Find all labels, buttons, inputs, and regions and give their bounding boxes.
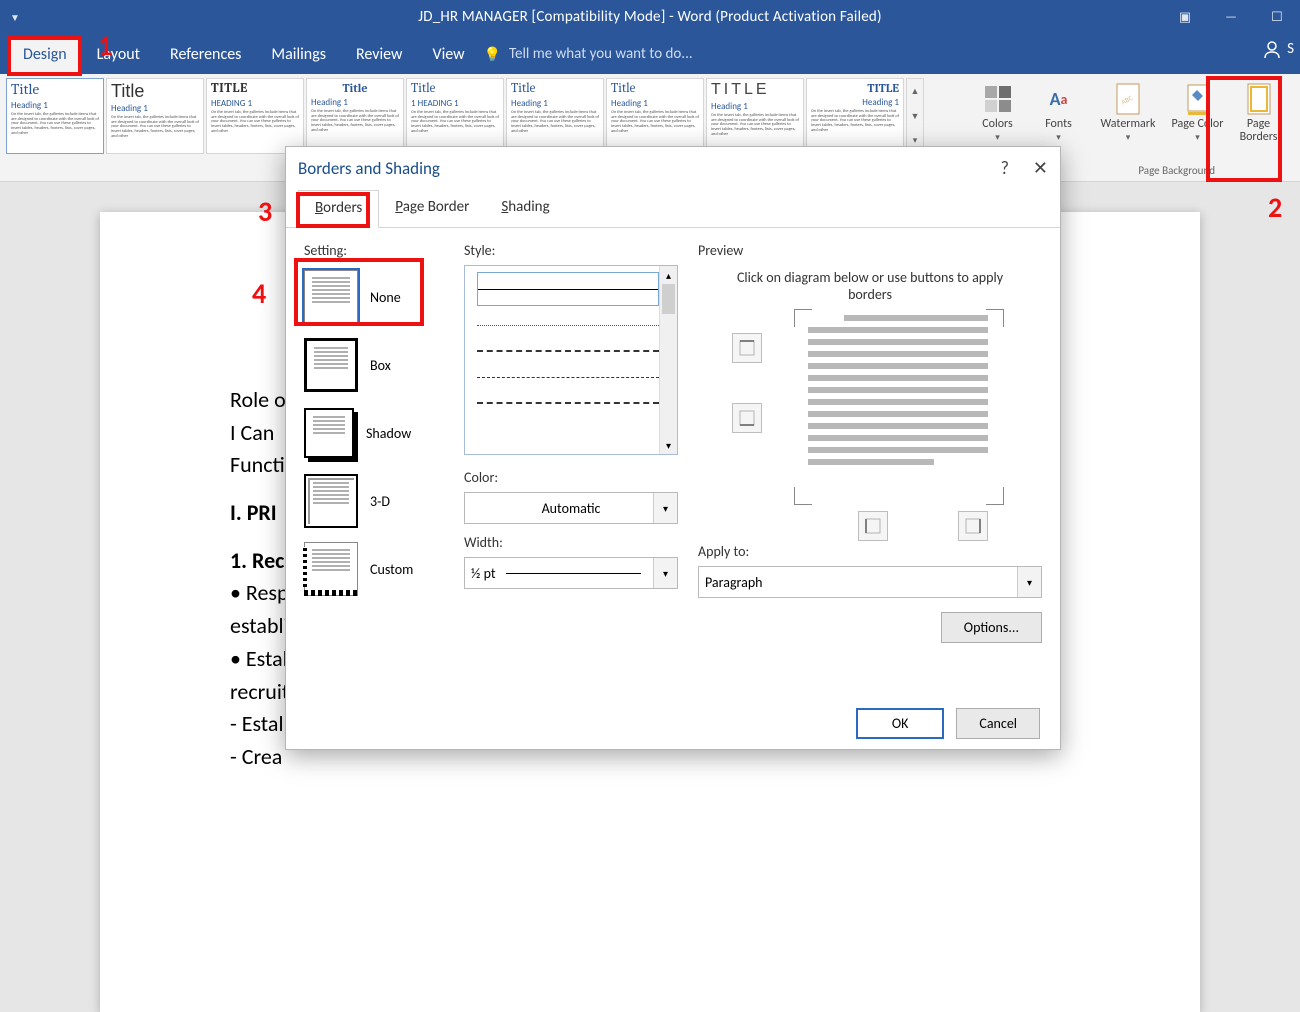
window-title: JD_HR MANAGER [Compatibility Mode] - Wor…	[0, 8, 1300, 26]
help-icon[interactable]: ?	[1001, 157, 1009, 179]
watermark-icon: ABC	[1111, 82, 1145, 116]
chevron-down-icon: ▾	[1017, 567, 1041, 597]
box-icon	[304, 338, 358, 392]
sign-in-button[interactable]: S	[1263, 40, 1294, 58]
color-label: Color:	[464, 469, 678, 486]
user-icon	[1263, 40, 1281, 58]
setting-custom[interactable]: Custom	[304, 537, 444, 601]
style-listbox[interactable]: ▴▾	[464, 265, 678, 455]
style-set-card[interactable]: Title Heading 1 On the Insert tab, the g…	[6, 78, 104, 154]
setting-box[interactable]: Box	[304, 333, 444, 397]
width-combo[interactable]: ½ pt ▾	[464, 557, 678, 589]
style-set-card[interactable]: Title Heading 1 On the Insert tab, the g…	[306, 78, 404, 154]
tab-design[interactable]: Design	[8, 37, 82, 72]
dialog-tabs: Borders Page Border Shading	[286, 189, 1060, 228]
style-set-card[interactable]: TITLE HEADING 1 On the Insert tab, the g…	[206, 78, 304, 154]
lightbulb-icon: 💡	[484, 46, 501, 63]
options-button[interactable]: Options...	[941, 612, 1042, 643]
apply-to-label: Apply to:	[698, 543, 1042, 560]
custom-icon	[304, 542, 358, 596]
tell-me-search[interactable]: 💡 Tell me what you want to do...	[484, 45, 693, 63]
page-color-icon	[1181, 82, 1215, 116]
document-formatting-gallery[interactable]: Title Heading 1 On the Insert tab, the g…	[6, 78, 924, 154]
watermark-button[interactable]: ABC Watermark▾	[1092, 78, 1164, 143]
close-icon[interactable]: ✕	[1033, 157, 1048, 179]
fonts-button[interactable]: Aa Fonts▾	[1031, 78, 1086, 143]
tab-layout[interactable]: Layout	[82, 37, 155, 72]
colors-icon	[981, 82, 1015, 116]
preview-diagram[interactable]	[698, 315, 1042, 525]
width-label: Width:	[464, 534, 678, 551]
setting-3d[interactable]: 3-D	[304, 469, 444, 533]
none-icon	[304, 270, 358, 324]
border-top-toggle[interactable]	[732, 333, 762, 363]
tell-me-placeholder: Tell me what you want to do...	[509, 45, 693, 63]
maximize-icon[interactable]: ☐	[1254, 0, 1300, 34]
shadow-icon	[304, 408, 354, 458]
tab-mailings[interactable]: Mailings	[256, 37, 341, 72]
style-set-card[interactable]: TITLE Heading 1 On the Insert tab, the g…	[806, 78, 904, 154]
border-bottom-toggle[interactable]	[732, 403, 762, 433]
ribbon-display-options-icon[interactable]: ▣	[1162, 0, 1208, 34]
dialog-titlebar[interactable]: Borders and Shading ? ✕	[286, 147, 1060, 189]
colors-button[interactable]: Colors▾	[970, 78, 1025, 143]
color-combo[interactable]: Automatic ▾	[464, 492, 678, 524]
style-set-card[interactable]: TITLE Heading 1 On the Insert tab, the g…	[706, 78, 804, 154]
border-right-toggle[interactable]	[958, 511, 988, 541]
preview-hint: Click on diagram below or use buttons to…	[698, 265, 1042, 315]
minimize-icon[interactable]: —	[1208, 0, 1254, 34]
preview-label: Preview	[698, 242, 1042, 259]
ribbon-tabs: Design Layout References Mailings Review…	[0, 34, 1300, 74]
style-set-card[interactable]: Title 1 HEADING 1 On the Insert tab, the…	[406, 78, 504, 154]
style-set-card[interactable]: Title Heading 1 On the Insert tab, the g…	[606, 78, 704, 154]
ribbon-group-label: Page Background	[1138, 164, 1215, 177]
width-line-preview	[506, 573, 641, 574]
tab-page-border[interactable]: Page Border	[379, 190, 485, 228]
page-borders-button[interactable]: Page Borders	[1231, 78, 1286, 143]
style-set-card[interactable]: Title Heading 1 On the Insert tab, the g…	[106, 78, 204, 154]
borders-and-shading-dialog: Borders and Shading ? ✕ Borders Page Bor…	[285, 146, 1061, 750]
tab-view[interactable]: View	[418, 37, 480, 72]
page-borders-icon	[1242, 82, 1276, 116]
tab-references[interactable]: References	[155, 37, 256, 72]
scrollbar[interactable]: ▴▾	[659, 266, 677, 454]
tab-review[interactable]: Review	[341, 37, 418, 72]
qat-dropdown-icon[interactable]: ▼	[10, 11, 20, 24]
style-set-card[interactable]: Title Heading 1 On the Insert tab, the g…	[506, 78, 604, 154]
border-left-toggle[interactable]	[858, 511, 888, 541]
setting-shadow[interactable]: Shadow	[304, 401, 444, 465]
fonts-icon: Aa	[1042, 82, 1076, 116]
dialog-title: Borders and Shading	[298, 158, 440, 179]
setting-none[interactable]: None	[304, 265, 444, 329]
cancel-button[interactable]: Cancel	[956, 708, 1040, 739]
chevron-down-icon: ▾	[653, 558, 677, 588]
title-bar: ▼ JD_HR MANAGER [Compatibility Mode] - W…	[0, 0, 1300, 34]
tab-shading[interactable]: Shading	[485, 190, 565, 228]
apply-to-combo[interactable]: Paragraph ▾	[698, 566, 1042, 598]
gallery-more-button[interactable]: ▲▼▾	[906, 78, 924, 154]
style-label: Style:	[464, 242, 678, 259]
ok-button[interactable]: OK	[856, 708, 945, 739]
tab-borders[interactable]: Borders	[298, 190, 379, 228]
page-color-button[interactable]: Page Color▾	[1170, 78, 1225, 143]
setting-label: Setting:	[304, 242, 444, 259]
chevron-down-icon: ▾	[653, 493, 677, 523]
three-d-icon	[304, 474, 358, 528]
